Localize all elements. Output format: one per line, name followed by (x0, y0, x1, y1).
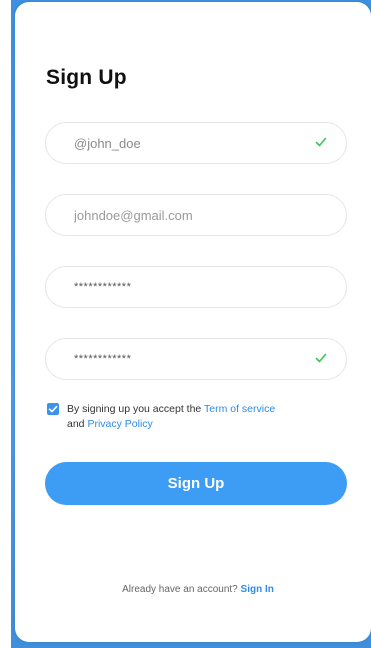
privacy-policy-link[interactable]: Privacy Policy (87, 418, 152, 430)
terms-prefix: By signing up you accept the (67, 403, 204, 415)
signup-button[interactable]: Sign Up (45, 462, 347, 505)
terms-checkbox[interactable] (47, 403, 59, 415)
signin-prompt-text: Already have an account? (122, 584, 241, 595)
signup-card (15, 2, 371, 642)
screen: Sign Up By signing up you accept the Ter… (0, 0, 371, 648)
username-field-container (45, 122, 347, 164)
confirm-password-field-container (45, 338, 347, 380)
terms-of-service-link[interactable]: Term of service (204, 403, 275, 415)
email-field-container (45, 194, 347, 236)
confirm-password-input[interactable] (74, 353, 314, 365)
password-field-container (45, 266, 347, 308)
username-input[interactable] (74, 135, 314, 151)
signin-prompt: Already have an account? Sign In (0, 584, 371, 595)
confirm-password-valid-checkmark-icon (315, 353, 327, 363)
terms-text: By signing up you accept the Term of ser… (67, 402, 337, 432)
terms-and: and (67, 418, 88, 430)
checkbox-checked-icon (48, 405, 58, 413)
page-title: Sign Up (46, 66, 127, 89)
username-valid-checkmark-icon (315, 137, 327, 147)
signin-link[interactable]: Sign In (241, 584, 274, 595)
email-input[interactable] (74, 207, 314, 223)
password-input[interactable] (74, 281, 314, 293)
